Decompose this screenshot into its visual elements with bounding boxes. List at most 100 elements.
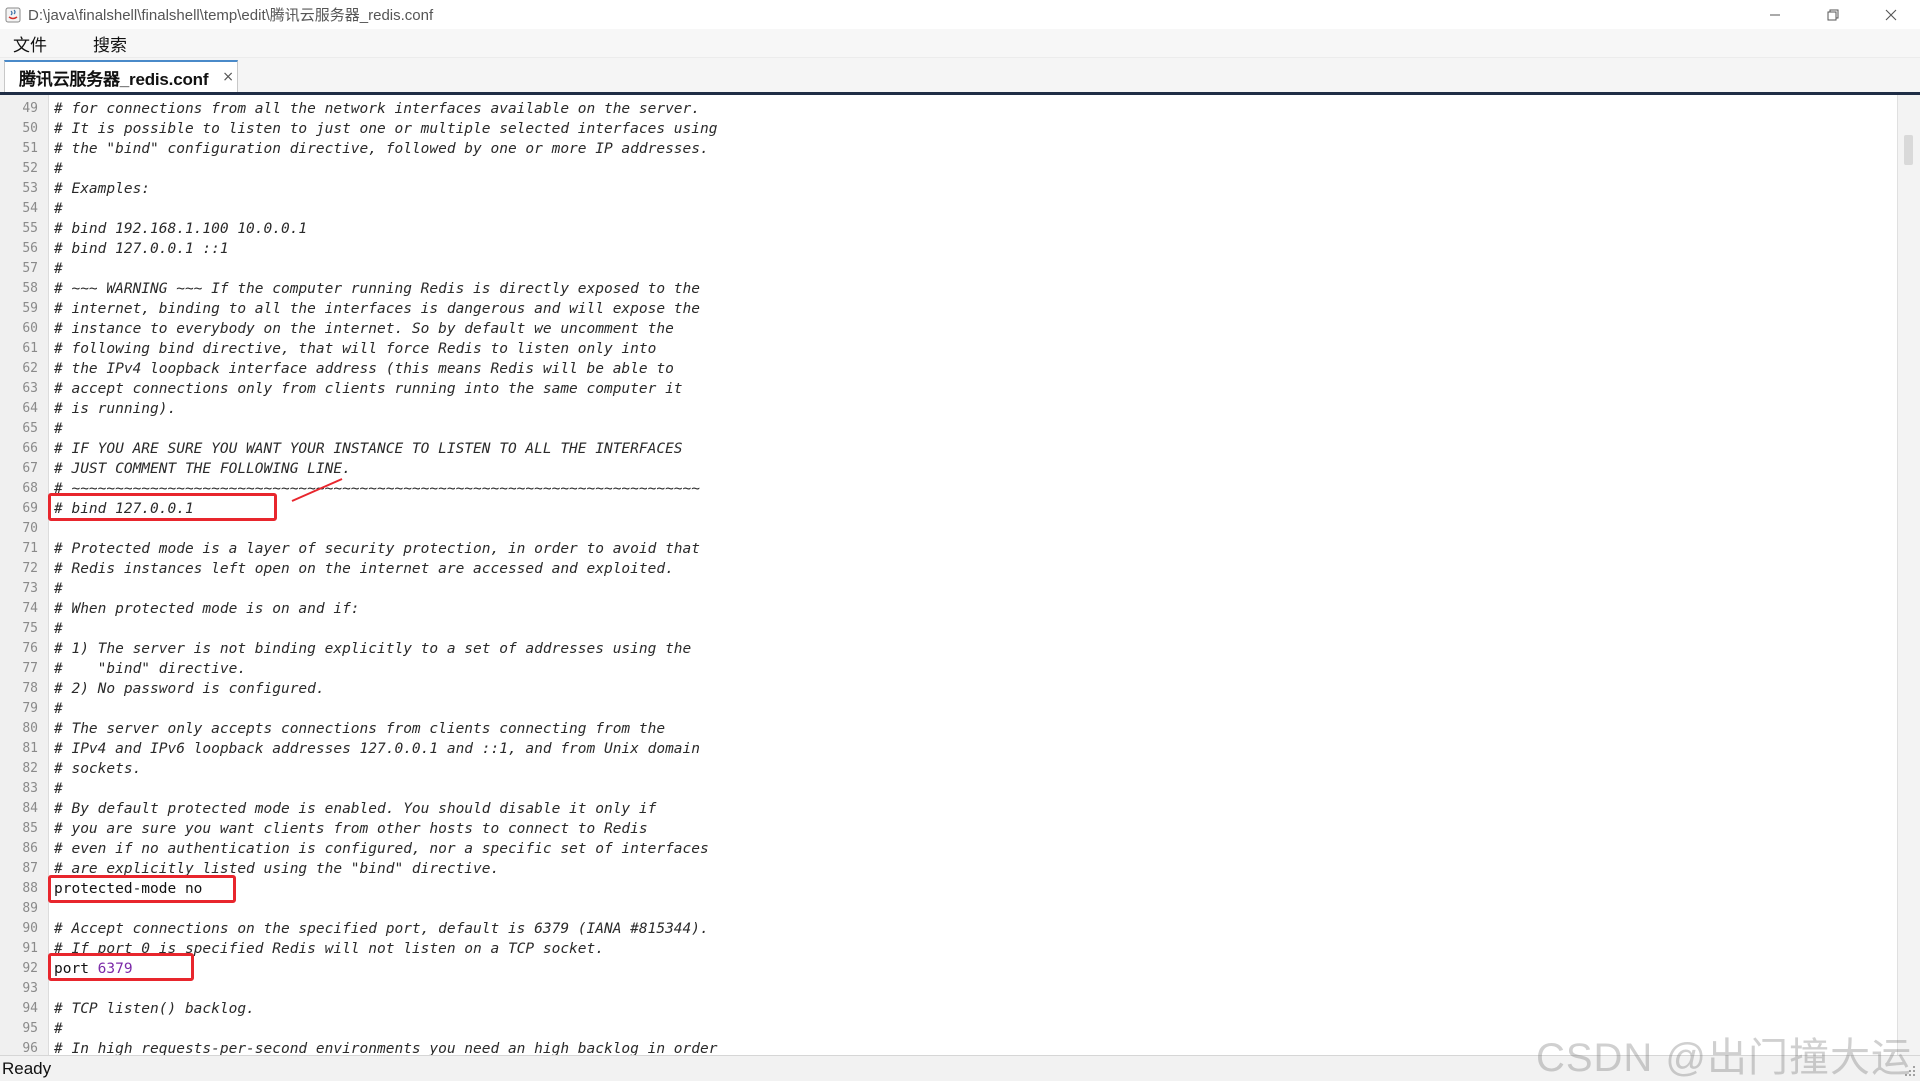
restore-button[interactable]: [1804, 0, 1862, 29]
line-number: 82: [22, 761, 38, 776]
code-line: 53 # Examples:: [0, 179, 1898, 199]
code-line: 74 # When protected mode is on and if:: [0, 599, 1898, 619]
line-text: # Accept connections on the specified po…: [54, 921, 709, 937]
line-number: 61: [22, 341, 38, 356]
line-number: 59: [22, 301, 38, 316]
line-number: 89: [22, 901, 38, 916]
line-number: 90: [22, 921, 38, 936]
line-text: #: [54, 161, 63, 177]
line-text: # accept connections only from clients r…: [54, 381, 683, 397]
line-number: 81: [22, 741, 38, 756]
code-line: 68 # ~~~~~~~~~~~~~~~~~~~~~~~~~~~~~~~~~~~~…: [0, 479, 1898, 499]
tab-redis-conf[interactable]: 腾讯云服务器_redis.conf ×: [4, 60, 238, 92]
window-title: D:\java\finalshell\finalshell\temp\edit\…: [28, 7, 434, 24]
menu-file[interactable]: 文件: [0, 31, 60, 56]
line-number: 79: [22, 701, 38, 716]
code-line: 66 # IF YOU ARE SURE YOU WANT YOUR INSTAN…: [0, 439, 1898, 459]
line-number: 70: [22, 521, 38, 536]
line-text: # the IPv4 loopback interface address (t…: [54, 361, 674, 377]
code-line: 64 # is running).: [0, 399, 1898, 419]
code-line: 57 #: [0, 259, 1898, 279]
line-number: 66: [22, 441, 38, 456]
line-number: 68: [22, 481, 38, 496]
line-number: 54: [22, 201, 38, 216]
code-line: 94 # TCP listen() backlog.: [0, 999, 1898, 1019]
text-editor[interactable]: 49 # for connections from all the network…: [0, 95, 1898, 1055]
line-text: #: [54, 201, 63, 217]
tab-label: 腾讯云服务器_redis.conf: [19, 69, 209, 89]
minimize-icon: [1770, 14, 1780, 15]
line-number: 78: [22, 681, 38, 696]
highlight-bind-line: [48, 493, 277, 521]
line-number: 55: [22, 221, 38, 236]
line-number: 91: [22, 941, 38, 956]
code-line: 83 #: [0, 779, 1898, 799]
code-line: 91 # If port 0 is specified Redis will no…: [0, 939, 1898, 959]
menu-search[interactable]: 搜索: [80, 31, 140, 56]
line-number: 95: [22, 1021, 38, 1036]
line-number: 92: [22, 961, 38, 976]
line-number: 88: [22, 881, 38, 896]
line-number: 94: [22, 1001, 38, 1016]
line-number: 50: [22, 121, 38, 136]
line-text: # IPv4 and IPv6 loopback addresses 127.0…: [54, 741, 701, 757]
tab-close-icon[interactable]: ×: [222, 69, 234, 85]
tab-bar: 腾讯云服务器_redis.conf ×: [0, 58, 1920, 92]
line-text: # bind 192.168.1.100 10.0.0.1: [54, 221, 308, 237]
code-line: 81 # IPv4 and IPv6 loopback addresses 127…: [0, 739, 1898, 759]
line-text: # By default protected mode is enabled. …: [54, 801, 657, 817]
minimize-button[interactable]: [1746, 0, 1804, 29]
line-text: # 2) No password is configured.: [54, 681, 325, 697]
code-line: 76 # 1) The server is not binding explici…: [0, 639, 1898, 659]
code-line: 71 # Protected mode is a layer of securit…: [0, 539, 1898, 559]
code-line: 70: [0, 519, 1898, 539]
code-line: 79 #: [0, 699, 1898, 719]
line-number: 75: [22, 621, 38, 636]
line-text: # internet, binding to all the interface…: [54, 301, 701, 317]
vertical-scrollbar[interactable]: [1897, 95, 1920, 1055]
code-line: 80 # The server only accepts connections …: [0, 719, 1898, 739]
restore-icon: [1827, 9, 1839, 20]
line-number: 76: [22, 641, 38, 656]
code-line: 55 # bind 192.168.1.100 10.0.0.1: [0, 219, 1898, 239]
scrollbar-thumb[interactable]: [1904, 135, 1913, 165]
code-line: 69 # bind 127.0.0.1: [0, 499, 1898, 519]
line-text: # Protected mode is a layer of security …: [54, 541, 701, 557]
line-text: # instance to everybody on the internet.…: [54, 321, 674, 337]
line-text: # "bind" directive.: [54, 661, 247, 677]
line-number: 62: [22, 361, 38, 376]
code-line: 84 # By default protected mode is enabled…: [0, 799, 1898, 819]
line-number: 85: [22, 821, 38, 836]
code-line: 52 #: [0, 159, 1898, 179]
line-text: # In high requests-per-second environmen…: [54, 1041, 718, 1055]
line-number: 49: [22, 101, 38, 116]
code-line: 65 #: [0, 419, 1898, 439]
line-text: #: [54, 581, 63, 597]
line-text: # It is possible to listen to just one o…: [54, 121, 718, 137]
code-line: 49 # for connections from all the network…: [0, 99, 1898, 119]
code-line: 85 # you are sure you want clients from o…: [0, 819, 1898, 839]
annotation-arrow: [291, 478, 343, 502]
code-line: 92 port 6379: [0, 959, 1898, 979]
line-number: 53: [22, 181, 38, 196]
line-number: 77: [22, 661, 38, 676]
line-number: 93: [22, 981, 38, 996]
line-text: #: [54, 1021, 63, 1037]
line-number: 65: [22, 421, 38, 436]
line-number: 64: [22, 401, 38, 416]
close-icon: [1885, 9, 1897, 20]
line-text: # is running).: [54, 401, 177, 417]
line-text: # 1) The server is not binding explicitl…: [54, 641, 692, 657]
code-lines: 49 # for connections from all the network…: [0, 99, 1898, 1055]
code-line: 60 # instance to everybody on the interne…: [0, 319, 1898, 339]
close-window-button[interactable]: [1862, 0, 1920, 29]
line-number: 84: [22, 801, 38, 816]
line-text: #: [54, 621, 63, 637]
code-line: 50 # It is possible to listen to just one…: [0, 119, 1898, 139]
line-text: # Examples:: [54, 181, 151, 197]
code-line: 86 # even if no authentication is configu…: [0, 839, 1898, 859]
line-number: 69: [22, 501, 38, 516]
line-number: 74: [22, 601, 38, 616]
code-line: 75 #: [0, 619, 1898, 639]
line-number: 71: [22, 541, 38, 556]
